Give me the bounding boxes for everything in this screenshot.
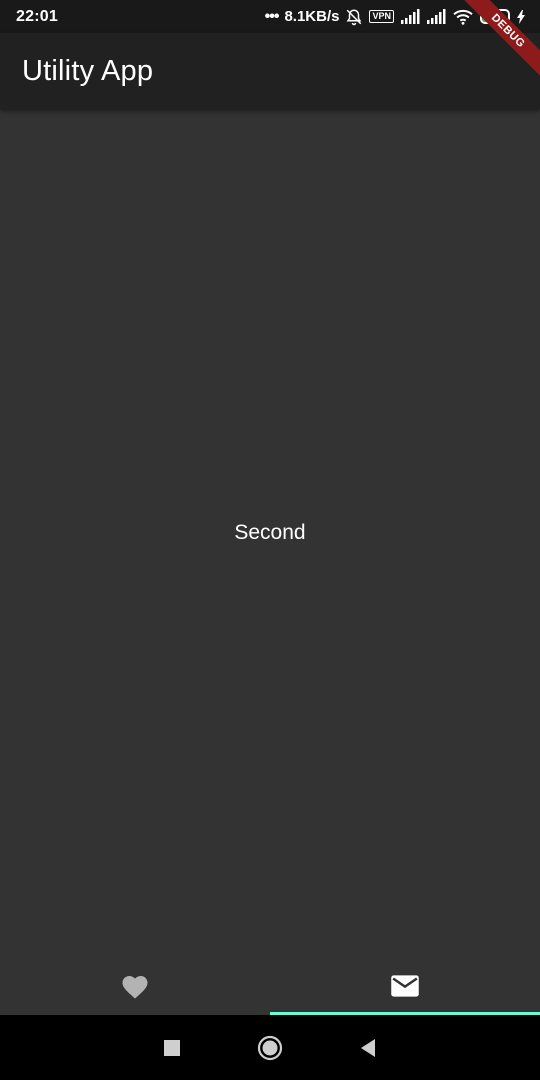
charging-icon — [517, 9, 525, 24]
signal-icon — [401, 8, 420, 24]
system-nav-bar — [0, 1015, 540, 1080]
mail-icon — [391, 974, 419, 997]
vpn-icon: VPN — [369, 10, 394, 23]
home-icon[interactable] — [257, 1035, 283, 1061]
back-icon[interactable] — [359, 1038, 377, 1058]
bottom-tab-bar — [0, 956, 540, 1015]
tab-favorites[interactable] — [0, 956, 270, 1015]
tab-messages[interactable] — [270, 956, 540, 1015]
page-title: Utility App — [22, 55, 154, 87]
signal-2-icon — [427, 8, 446, 24]
more-notifications-icon: ••• — [264, 7, 280, 25]
wifi-icon — [453, 9, 473, 25]
screen: 22:01 ••• 8.1KB/s VPN Utility App DEBUG … — [0, 0, 540, 1080]
app-bar: Utility App — [0, 33, 540, 110]
content-text: Second — [234, 521, 306, 544]
status-bar: 22:01 ••• 8.1KB/s VPN — [0, 0, 540, 33]
bell-off-icon — [347, 8, 362, 25]
network-speed: 8.1KB/s — [284, 8, 340, 25]
heart-icon — [122, 975, 148, 998]
status-time: 22:01 — [16, 7, 58, 25]
recents-icon[interactable] — [163, 1039, 181, 1057]
main-content: Second — [0, 110, 540, 956]
